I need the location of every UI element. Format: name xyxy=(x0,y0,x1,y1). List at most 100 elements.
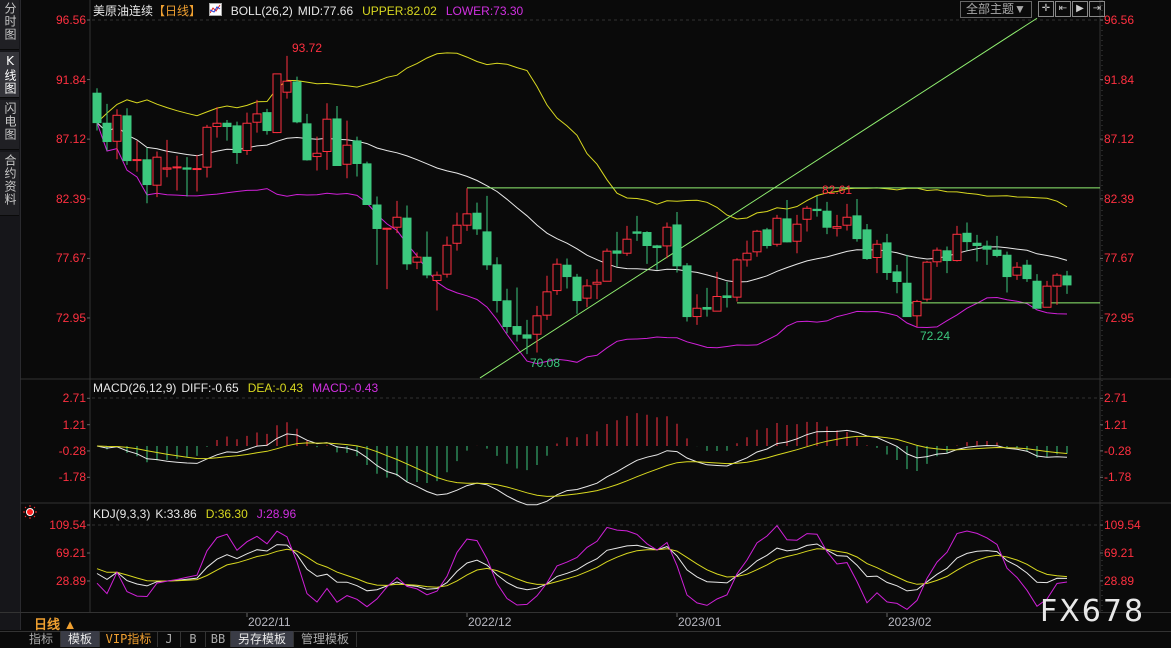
candle-body xyxy=(652,245,662,249)
candle xyxy=(672,211,682,273)
candle xyxy=(242,112,252,155)
kdj-tick-right: 109.54 xyxy=(1104,518,1141,532)
tab-j[interactable]: J xyxy=(158,631,181,647)
macd-tick-right: -0.28 xyxy=(1104,443,1132,458)
candle xyxy=(322,103,332,170)
macd-tick-right: 2.71 xyxy=(1104,391,1128,406)
candle xyxy=(922,260,932,302)
price-tick-right: 77.67 xyxy=(1104,251,1135,266)
candle-body xyxy=(582,285,592,299)
candle-body xyxy=(922,261,932,300)
price-tick-right: 72.95 xyxy=(1104,310,1135,325)
candle xyxy=(132,140,142,172)
candle xyxy=(1022,259,1032,282)
theme-select[interactable]: 全部主题▼ xyxy=(960,1,1032,18)
candle-body xyxy=(522,334,532,339)
crosshair-icon[interactable]: ✛ xyxy=(1038,1,1054,17)
boll-label: BOLL(26,2) xyxy=(230,4,293,18)
candle-body xyxy=(792,223,802,242)
candle xyxy=(682,263,692,322)
diagonal-trend-line xyxy=(479,17,1038,379)
macd-tick-left: -0.28 xyxy=(58,443,86,458)
candle-body xyxy=(862,229,872,260)
indicator-icon[interactable] xyxy=(209,3,223,16)
candle-body xyxy=(762,229,772,247)
candle xyxy=(782,199,792,243)
candle xyxy=(262,108,272,135)
candle xyxy=(182,157,192,197)
candle-body xyxy=(222,122,232,128)
candle xyxy=(982,240,992,265)
candle xyxy=(342,120,352,179)
candle xyxy=(452,212,462,251)
low-annotation: 70.08 xyxy=(530,356,561,370)
candle-body xyxy=(282,80,292,93)
tab-save-template[interactable]: 另存模板 xyxy=(231,631,294,647)
candle xyxy=(962,222,972,251)
candle xyxy=(852,198,862,242)
candle-body xyxy=(502,300,512,328)
tab-indicator[interactable]: 指标 xyxy=(22,631,61,647)
candle-body xyxy=(192,168,202,171)
macd-tick-right: -1.78 xyxy=(1104,470,1132,485)
tab-bb[interactable]: BB xyxy=(206,631,231,647)
candle-body xyxy=(832,226,842,229)
candle xyxy=(742,240,752,267)
candle xyxy=(762,227,772,249)
candle-body xyxy=(692,307,702,318)
macd-tick-left: -1.78 xyxy=(58,470,86,485)
macd-name: MACD(26,12,9) xyxy=(93,381,177,395)
candle xyxy=(712,271,722,312)
candle xyxy=(652,244,662,270)
candle-body xyxy=(682,265,692,318)
candle-body xyxy=(212,122,222,128)
candle xyxy=(732,258,742,302)
macd-legend: MACD(26,12,9) DIFF:-0.65 DEA:-0.43 MACD:-0.… xyxy=(93,381,383,395)
candle xyxy=(752,229,762,257)
tab-b[interactable]: B xyxy=(181,631,206,647)
kline-chart[interactable] xyxy=(0,0,1171,647)
kdj-panel xyxy=(96,524,1068,611)
macd-tick-left: 1.21 xyxy=(62,417,86,432)
boll-lower: LOWER:73.30 xyxy=(445,4,524,18)
tab-template[interactable]: 模板 xyxy=(61,631,100,647)
candle xyxy=(232,121,242,164)
candle xyxy=(202,124,212,178)
candle xyxy=(842,203,852,231)
candle-body xyxy=(422,256,432,276)
candle xyxy=(602,248,612,282)
candle xyxy=(802,205,812,232)
date-label: 2022/12 xyxy=(468,615,512,629)
candle-body xyxy=(112,114,122,142)
candle-body xyxy=(992,249,1002,256)
candle-body xyxy=(742,252,752,261)
alert-icon[interactable] xyxy=(23,505,37,519)
play-forward-icon[interactable]: ▶ xyxy=(1072,1,1088,17)
candle-body xyxy=(92,92,102,124)
candle-body xyxy=(822,210,832,228)
candle xyxy=(642,231,652,264)
zoom-in-icon[interactable]: ⇤ xyxy=(1055,1,1071,17)
kdj-tick-left: 28.89 xyxy=(55,573,86,588)
candle xyxy=(872,239,882,274)
macd-dea: DEA:-0.43 xyxy=(247,381,304,395)
candle-body xyxy=(462,213,472,226)
candle-body xyxy=(292,81,302,123)
candle-body xyxy=(982,245,992,250)
candle xyxy=(302,113,312,161)
candle xyxy=(902,254,912,318)
candle xyxy=(1002,251,1012,293)
tab-manage-template[interactable]: 管理模板 xyxy=(294,631,357,647)
candle-body xyxy=(772,217,782,245)
watermark-logo: FX678 xyxy=(1040,594,1146,629)
tab-vip-indicator[interactable]: VIP指标 xyxy=(100,631,158,647)
candle-body xyxy=(272,73,282,134)
candle xyxy=(92,88,102,131)
candle-body xyxy=(852,215,862,240)
exit-icon[interactable]: ⇥ xyxy=(1089,1,1105,17)
candle-body xyxy=(872,243,882,259)
candle-body xyxy=(122,115,132,162)
date-label: 2023/01 xyxy=(678,615,722,629)
candle-body xyxy=(432,274,442,281)
candle-body xyxy=(972,242,982,247)
